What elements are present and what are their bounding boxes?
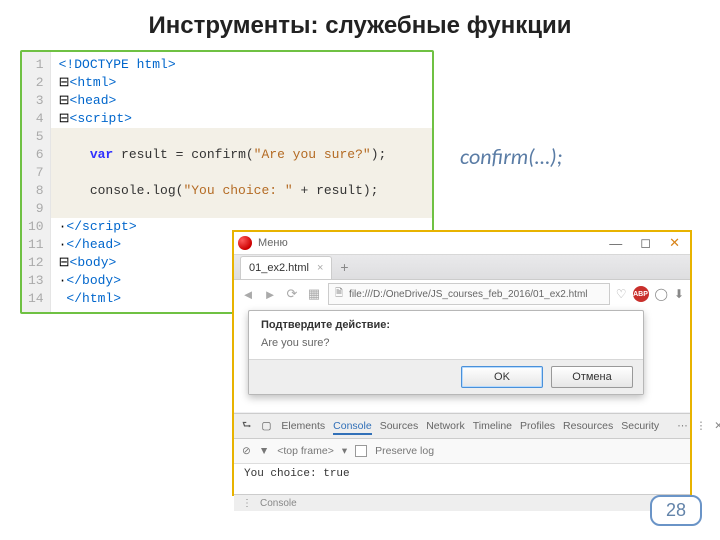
devtools-tab-resources[interactable]: Resources	[563, 420, 613, 432]
dialog-title: Подтвердите действие:	[249, 311, 643, 335]
frame-selector[interactable]: <top frame>	[277, 445, 334, 457]
line-number: 8	[28, 182, 44, 200]
minimize-icon[interactable]: —	[603, 236, 628, 251]
devtools-close-icon[interactable]: ✕	[714, 420, 720, 432]
code-line: ⊟<html>	[59, 74, 424, 92]
maximize-icon[interactable]: ◻	[634, 235, 657, 251]
line-number: 12	[28, 254, 44, 272]
line-number: 5	[28, 128, 44, 146]
preserve-log-checkbox[interactable]	[355, 445, 367, 457]
console-output: You choice: true	[234, 464, 690, 494]
dialog-text: Are you sure?	[249, 335, 643, 359]
line-number: 4	[28, 110, 44, 128]
line-number: 9	[28, 200, 44, 218]
devtools-inspect-icon[interactable]: ⮑	[242, 417, 251, 435]
download-icon[interactable]: ⬇	[674, 287, 684, 301]
devtools-settings-icon[interactable]: ⋮	[696, 420, 707, 432]
line-number: 2	[28, 74, 44, 92]
devtools-footer: ⋮ Console	[234, 494, 690, 511]
close-icon[interactable]: ✕	[663, 235, 686, 251]
dialog-button-row: OK Отмена	[249, 359, 643, 394]
devtools-toolbar: ⊘ ▼ <top frame> ▾ Preserve log	[234, 439, 690, 464]
line-number: 10	[28, 218, 44, 236]
devtools-tab-profiles[interactable]: Profiles	[520, 420, 555, 432]
devtools: ⮑ ▢ Elements Console Sources Network Timelin…	[234, 413, 690, 494]
code-line	[59, 128, 424, 146]
ok-button[interactable]: OK	[461, 366, 543, 388]
code-gutter: 1234567891011121314	[22, 52, 51, 312]
slide-title: Инструменты: служебные функции	[0, 12, 720, 40]
code-line	[59, 164, 424, 182]
code-line: <!DOCTYPE html>	[59, 56, 424, 74]
line-number: 3	[28, 92, 44, 110]
confirm-dialog: Подтвердите действие: Are you sure? OK О…	[248, 310, 644, 395]
page-number: 28	[650, 495, 702, 526]
code-line: ·</head>	[59, 236, 424, 254]
code-line: ·</script>	[59, 218, 424, 236]
line-number: 11	[28, 236, 44, 254]
devtools-tab-network[interactable]: Network	[426, 420, 465, 432]
abp-icon[interactable]: ABP	[633, 286, 649, 302]
console-drawer-label[interactable]: Console	[260, 498, 297, 509]
devtools-tabs: ⮑ ▢ Elements Console Sources Network Timelin…	[234, 414, 690, 439]
code-line: </html>	[59, 290, 424, 308]
clear-console-icon[interactable]: ⊘	[242, 445, 251, 457]
code-line: ⊟<head>	[59, 92, 424, 110]
line-number: 14	[28, 290, 44, 308]
code-line	[59, 200, 424, 218]
code-editor: 1234567891011121314 <!DOCTYPE html>⊟<htm…	[20, 50, 434, 314]
devtools-tab-timeline[interactable]: Timeline	[473, 420, 512, 432]
devtools-device-icon[interactable]: ▢	[261, 420, 271, 432]
devtools-tab-console[interactable]: Console	[333, 420, 372, 435]
code-line: console.log("You choice: " + result);	[59, 182, 424, 200]
bookmark-icon[interactable]: ♡	[616, 287, 627, 301]
snippet-label: confirm(…);	[460, 146, 563, 168]
code-line: ⊟<script>	[59, 110, 424, 128]
user-icon[interactable]: ◯	[655, 287, 668, 301]
code-line: ·</body>	[59, 272, 424, 290]
line-number: 6	[28, 146, 44, 164]
cancel-button[interactable]: Отмена	[551, 366, 633, 388]
devtools-tab-security[interactable]: Security	[621, 420, 659, 432]
drawer-toggle-icon[interactable]: ⋮	[242, 498, 252, 509]
line-number: 1	[28, 56, 44, 74]
line-number: 13	[28, 272, 44, 290]
devtools-tab-sources[interactable]: Sources	[380, 420, 419, 432]
line-number: 7	[28, 164, 44, 182]
filter-icon[interactable]: ▼	[259, 445, 269, 457]
code-line: ⊟<body>	[59, 254, 424, 272]
code-line: var result = confirm("Are you sure?");	[59, 146, 424, 164]
preserve-log-label: Preserve log	[375, 445, 434, 457]
code-body: <!DOCTYPE html>⊟<html>⊟<head>⊟<script> v…	[51, 52, 432, 312]
devtools-tab-elements[interactable]: Elements	[281, 420, 325, 432]
devtools-more-icon[interactable]: ⋯	[677, 420, 688, 432]
